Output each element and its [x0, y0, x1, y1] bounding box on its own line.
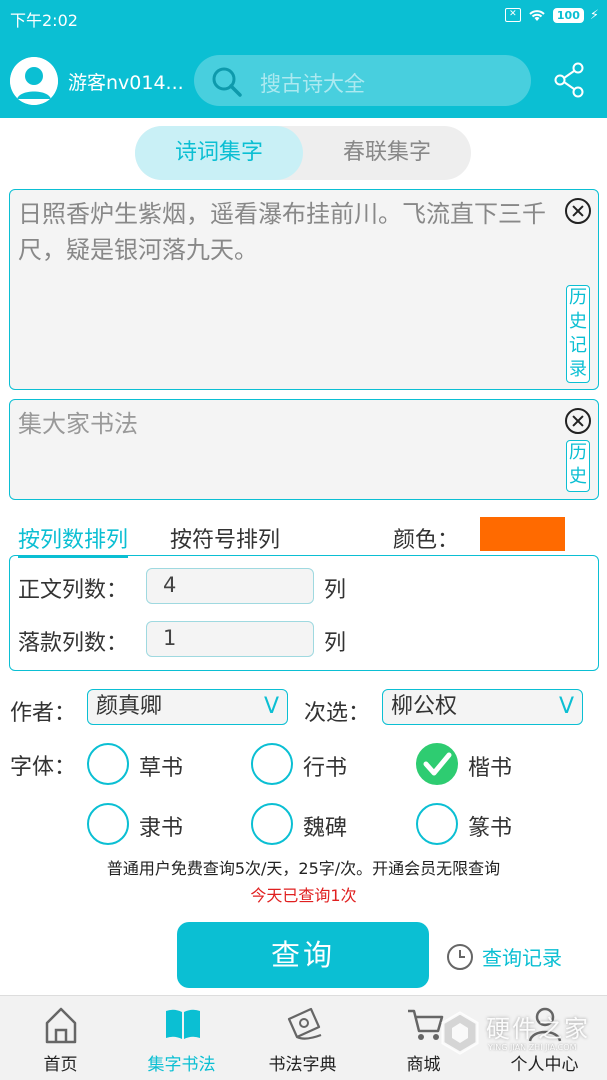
- second-value: 柳公权: [391, 694, 458, 719]
- clear-icon[interactable]: [565, 198, 591, 224]
- watermark-name: 硬件之家: [486, 1015, 590, 1043]
- home-icon: [45, 1007, 77, 1044]
- search-icon: [212, 67, 242, 97]
- font-label: 字体：: [10, 755, 77, 780]
- tab-home[interactable]: 首页: [0, 996, 121, 1080]
- author-label: 作者：: [10, 701, 77, 726]
- tab-label: 首页: [43, 1055, 78, 1075]
- main-text: 日照香炉生紫烟，遥看瀑布挂前川。飞流直下三千尺，疑是银河落九天。: [18, 200, 546, 264]
- chevron-down-icon: V: [558, 694, 574, 719]
- color-label: 颜色：: [393, 528, 460, 553]
- radio-weibei[interactable]: [251, 803, 293, 845]
- tab-label: 集字书法: [147, 1055, 216, 1075]
- status-time: 下午2:02: [10, 11, 78, 30]
- query-history-link[interactable]: 查询记录: [446, 942, 562, 971]
- tab-label: 书法字典: [268, 1055, 337, 1075]
- body-columns-unit: 列: [324, 578, 347, 603]
- sim-icon: ✕: [504, 8, 521, 22]
- tab-dictionary[interactable]: 书法字典: [242, 996, 363, 1080]
- radio-running[interactable]: [251, 743, 293, 785]
- tab-couplet[interactable]: 春联集字: [303, 126, 471, 180]
- user-avatar-icon: [10, 57, 58, 105]
- font-option-label[interactable]: 魏碑: [303, 810, 347, 842]
- tab-calligraphy[interactable]: 集字书法: [121, 996, 242, 1080]
- search-bar[interactable]: 搜古诗大全: [194, 55, 531, 106]
- sort-by-symbols[interactable]: 按符号排列: [170, 522, 280, 554]
- signature-text-area[interactable]: 集大家书法 历史: [9, 399, 599, 500]
- usage-notice: 普通用户免费查询5次/天，25字/次。开通会员无限查询: [106, 859, 501, 878]
- clock-icon: [447, 943, 473, 970]
- today-count: 今天已查询1次: [250, 886, 357, 905]
- color-swatch[interactable]: [480, 517, 565, 551]
- font-option-label[interactable]: 篆书: [468, 810, 512, 842]
- avatar[interactable]: [10, 57, 58, 105]
- author-select[interactable]: 颜真卿 V: [87, 689, 288, 725]
- sign-columns-unit: 列: [324, 631, 347, 656]
- share-icon[interactable]: [553, 62, 585, 98]
- query-button[interactable]: 查询: [177, 922, 429, 988]
- font-option-label[interactable]: 隶书: [139, 810, 183, 842]
- watermark: 硬件之家 YING JIAN ZHI JIA.COM: [440, 1005, 607, 1075]
- radio-regular[interactable]: [416, 743, 458, 785]
- tab-poetry[interactable]: 诗词集字: [135, 126, 303, 180]
- dictionary-icon: [287, 1007, 322, 1040]
- main-text-area[interactable]: 日照香炉生紫烟，遥看瀑布挂前川。飞流直下三千尺，疑是银河落九天。 历史记录: [9, 189, 599, 390]
- author-value: 颜真卿: [96, 694, 163, 719]
- battery-icon: 100: [552, 7, 584, 23]
- sign-columns-input[interactable]: 1: [146, 621, 314, 657]
- check-icon: [423, 752, 452, 776]
- mode-segment: 诗词集字 春联集字: [135, 126, 471, 180]
- body-columns-input[interactable]: 4: [146, 568, 314, 604]
- book-icon: [166, 1009, 200, 1039]
- hexagon-logo-icon: [441, 1011, 479, 1055]
- body-columns-label: 正文列数：: [18, 578, 129, 603]
- status-icons: ✕ 100 ⚡: [504, 7, 599, 23]
- wifi-icon: [529, 10, 545, 21]
- second-select[interactable]: 柳公权 V: [382, 689, 583, 725]
- sort-by-columns[interactable]: 按列数排列: [18, 522, 129, 558]
- search-placeholder: 搜古诗大全: [260, 72, 365, 96]
- font-option-label[interactable]: 草书: [139, 750, 183, 782]
- clear-icon[interactable]: [565, 408, 591, 434]
- columns-box: 正文列数： 4 列 落款列数： 1 列: [9, 555, 599, 671]
- signature-history-button[interactable]: 历史: [566, 440, 590, 492]
- radio-seal[interactable]: [416, 803, 458, 845]
- charging-icon: ⚡: [589, 7, 599, 23]
- status-bar: 下午2:02 ✕ 100 ⚡: [0, 0, 607, 34]
- font-option-label[interactable]: 行书: [303, 750, 347, 782]
- radio-clerical[interactable]: [87, 803, 129, 845]
- chevron-down-icon: V: [263, 694, 279, 719]
- signature-text: 集大家书法: [18, 410, 138, 438]
- query-history-label: 查询记录: [482, 946, 562, 970]
- radio-cursive[interactable]: [87, 743, 129, 785]
- second-label: 次选：: [304, 701, 371, 726]
- history-button[interactable]: 历史记录: [566, 285, 590, 383]
- username[interactable]: 游客nv014...: [68, 68, 184, 95]
- font-option-label[interactable]: 楷书: [468, 750, 512, 782]
- watermark-sub: YING JIAN ZHI JIA.COM: [488, 1043, 577, 1052]
- sign-columns-label: 落款列数：: [18, 631, 129, 656]
